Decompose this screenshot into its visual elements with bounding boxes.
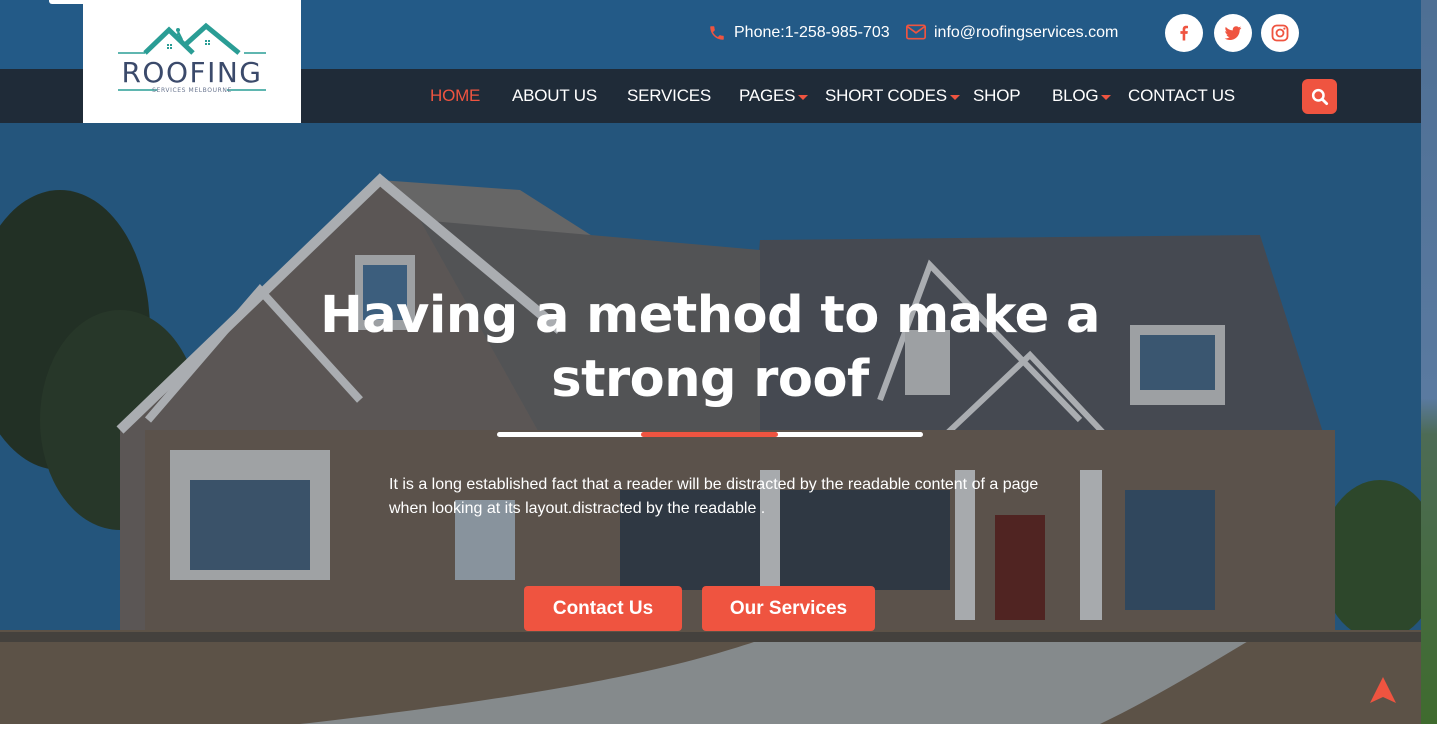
top-bar-tab bbox=[49, 0, 83, 4]
phone-icon bbox=[708, 24, 726, 42]
nav-shop-label: SHOP bbox=[973, 86, 1021, 105]
nav-contact-us-label: CONTACT US bbox=[1128, 86, 1235, 105]
caret-down-icon bbox=[1101, 94, 1112, 100]
nav-contact-us[interactable]: CONTACT US bbox=[1128, 86, 1235, 106]
caret-down-icon bbox=[949, 94, 960, 100]
nav-shop[interactable]: SHOP bbox=[973, 86, 1021, 106]
phone-contact[interactable]: Phone:1-258-985-703 bbox=[708, 24, 890, 42]
facebook-icon bbox=[1180, 25, 1188, 41]
nav-short-codes[interactable]: SHORT CODES bbox=[825, 86, 960, 106]
logo-tagline: SERVICES MELBOURNE bbox=[152, 87, 232, 94]
nav-pages-label: PAGES bbox=[739, 86, 796, 105]
nav-services-label: SERVICES bbox=[627, 86, 712, 105]
roofing-logo-mark: ROOFING SERVICES MELBOURNE bbox=[118, 22, 266, 94]
nav-about-us-label: ABOUT US bbox=[512, 86, 597, 105]
logo-wordmark: ROOFING bbox=[121, 56, 262, 89]
search-button[interactable] bbox=[1302, 79, 1337, 114]
arrow-up-icon bbox=[1370, 677, 1396, 703]
instagram-icon bbox=[1271, 24, 1289, 42]
nav-about-us[interactable]: ABOUT US bbox=[512, 86, 597, 106]
email-address: info@roofingservices.com bbox=[934, 24, 1119, 41]
our-services-button-label: Our Services bbox=[729, 597, 848, 619]
twitter-link[interactable] bbox=[1214, 14, 1252, 52]
contact-us-button-label: Contact Us bbox=[552, 597, 654, 619]
facebook-link[interactable] bbox=[1165, 14, 1203, 52]
scroll-to-top-button[interactable] bbox=[1370, 677, 1396, 707]
nav-home-label: HOME bbox=[430, 86, 481, 105]
nav-services[interactable]: SERVICES bbox=[627, 86, 711, 106]
instagram-link[interactable] bbox=[1261, 14, 1299, 52]
email-contact[interactable]: info@roofingservices.com bbox=[906, 24, 1118, 42]
nav-pages[interactable]: PAGES bbox=[739, 86, 809, 106]
nav-home[interactable]: HOME bbox=[430, 86, 480, 106]
nav-blog-label: BLOG bbox=[1052, 86, 1099, 105]
envelope-icon bbox=[906, 24, 926, 42]
nav-blog[interactable]: BLOG bbox=[1052, 86, 1112, 106]
next-slide-peek bbox=[1421, 0, 1437, 724]
contact-us-button[interactable]: Contact Us bbox=[524, 586, 682, 631]
page-bottom-edge bbox=[0, 724, 1437, 740]
phone-number: Phone:1-258-985-703 bbox=[734, 24, 890, 41]
hero-title: Having a method to make a strong roof bbox=[320, 286, 1100, 409]
title-divider-accent bbox=[641, 432, 778, 437]
hero-description: It is a long established fact that a rea… bbox=[389, 476, 1039, 517]
search-icon bbox=[1311, 88, 1328, 105]
nav-short-codes-label: SHORT CODES bbox=[825, 86, 947, 105]
twitter-icon bbox=[1224, 26, 1242, 40]
site-logo[interactable]: ROOFING SERVICES MELBOURNE bbox=[83, 0, 301, 123]
our-services-button[interactable]: Our Services bbox=[702, 586, 875, 631]
caret-down-icon bbox=[798, 94, 809, 100]
